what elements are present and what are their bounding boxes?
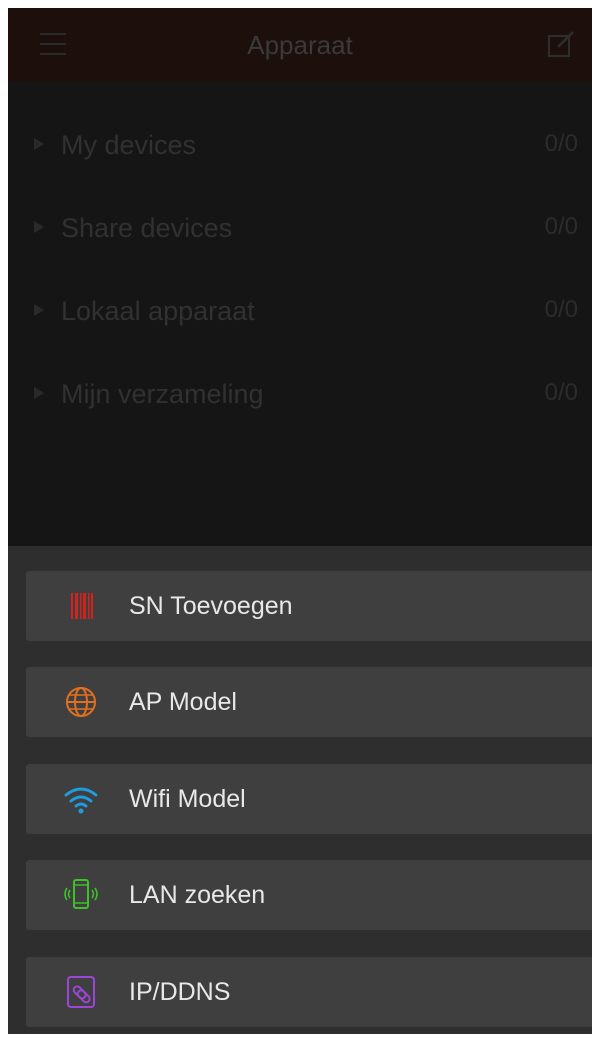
device-group-label: My devices — [61, 130, 197, 160]
lan-search-button[interactable]: LAN zoeken — [26, 860, 592, 930]
top-bar: Apparaat — [8, 8, 592, 82]
expand-arrow-icon — [34, 304, 44, 316]
barcode-icon — [71, 593, 93, 619]
link-icon — [67, 976, 95, 1008]
device-group-my-devices[interactable]: My devices 0/0 — [8, 108, 592, 191]
device-group-label: Mijn verzameling — [61, 379, 264, 409]
add-device-sheet: SN Toevoegen AP Model Wifi Model LAN zoe… — [8, 546, 592, 1034]
expand-arrow-icon — [34, 138, 44, 150]
phone-search-icon — [64, 879, 98, 909]
wifi-model-label: Wifi Model — [129, 785, 246, 813]
lan-search-label: LAN zoeken — [129, 881, 266, 909]
device-group-count: 0/0 — [544, 213, 578, 240]
device-group-list: My devices 0/0 Share devices 0/0 Lokaal … — [8, 108, 592, 440]
wifi-model-button[interactable]: Wifi Model — [26, 764, 592, 834]
device-group-label: Share devices — [61, 213, 233, 243]
ap-model-label: AP Model — [129, 688, 237, 716]
expand-arrow-icon — [34, 387, 44, 399]
wifi-icon — [64, 787, 98, 814]
app-screen: Apparaat My devices 0/0 Share devices 0/… — [8, 8, 592, 1034]
device-group-favorites[interactable]: Mijn verzameling 0/0 — [8, 357, 592, 440]
globe-icon — [66, 687, 96, 717]
edit-icon[interactable] — [546, 30, 576, 60]
sn-add-button[interactable]: SN Toevoegen — [26, 571, 592, 641]
device-group-share-devices[interactable]: Share devices 0/0 — [8, 191, 592, 274]
device-group-label: Lokaal apparaat — [61, 296, 255, 326]
ap-model-button[interactable]: AP Model — [26, 667, 592, 737]
ip-ddns-label: IP/DDNS — [129, 978, 231, 1006]
sn-add-label: SN Toevoegen — [129, 592, 293, 620]
expand-arrow-icon — [34, 221, 44, 233]
device-group-local[interactable]: Lokaal apparaat 0/0 — [8, 274, 592, 357]
ip-ddns-button[interactable]: IP/DDNS — [26, 957, 592, 1027]
device-group-count: 0/0 — [544, 130, 578, 157]
device-group-count: 0/0 — [544, 296, 578, 323]
device-group-count: 0/0 — [544, 379, 578, 406]
page-title: Apparaat — [247, 30, 353, 60]
